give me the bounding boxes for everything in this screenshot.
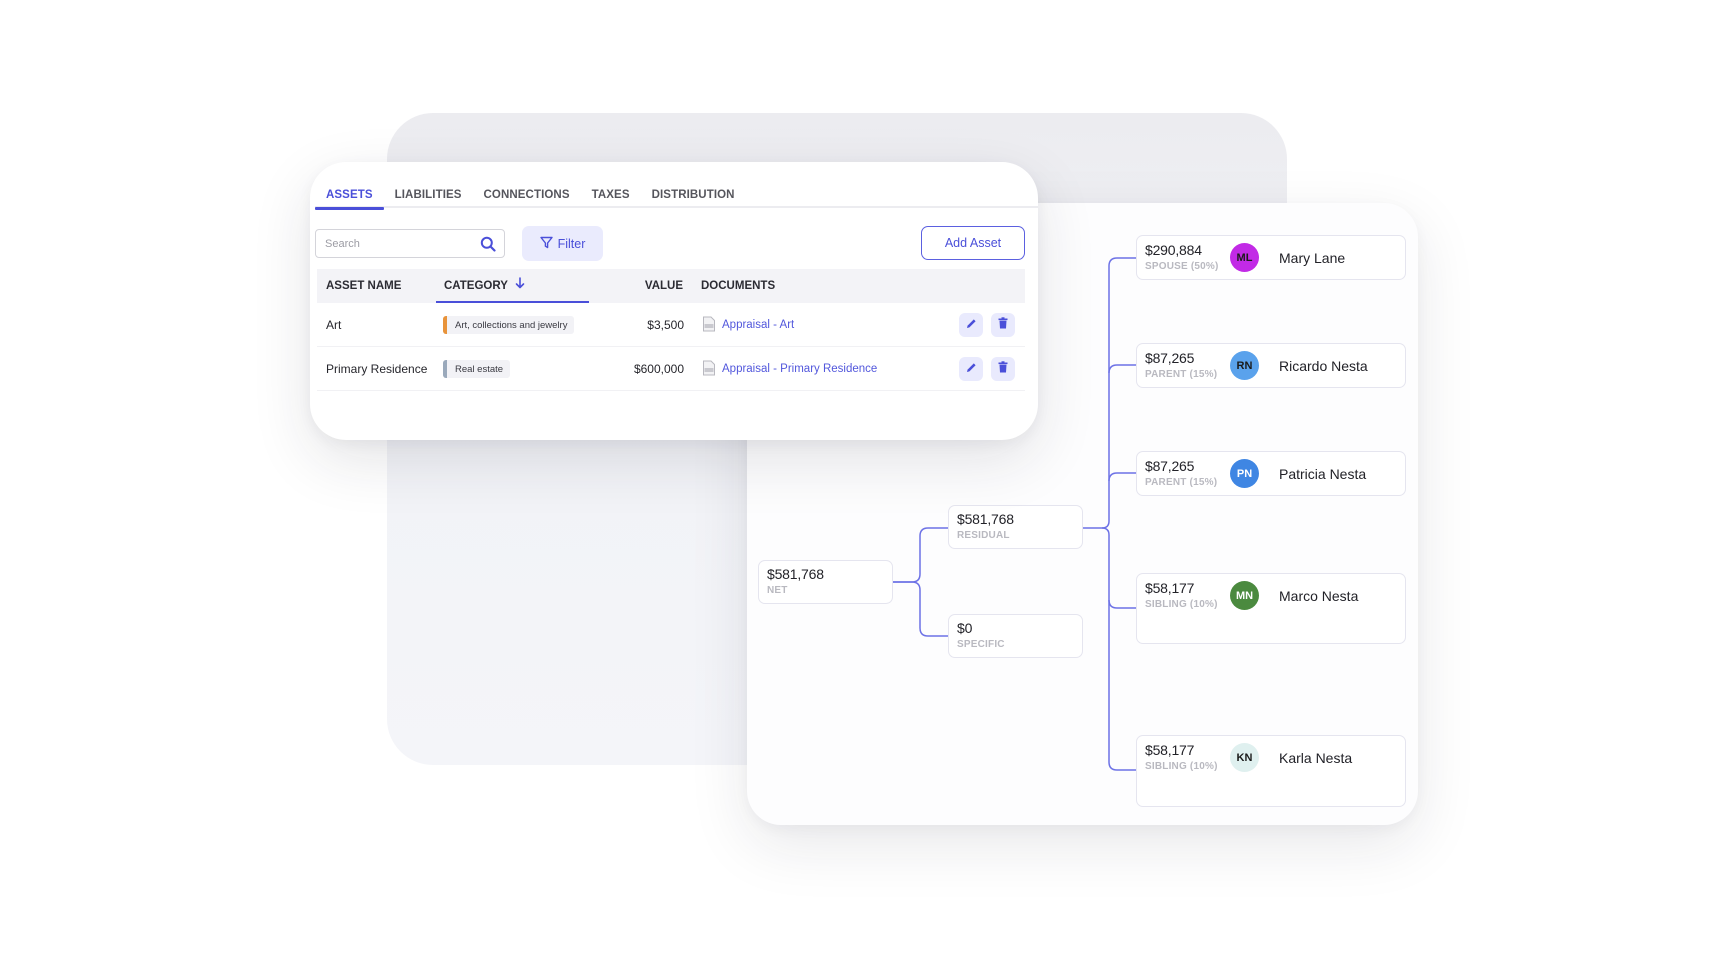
category-label: Real estate <box>455 363 504 375</box>
assets-table: ASSET NAME CATEGORY VALUE DOCUMENTS Art … <box>317 269 1025 391</box>
heir-name: Marco Nesta <box>1279 588 1359 604</box>
heir-amount: $58,177 <box>1145 580 1195 596</box>
asset-name: Primary Residence <box>326 362 428 376</box>
heir-name: Patricia Nesta <box>1279 466 1367 482</box>
column-documents[interactable]: DOCUMENTS <box>701 269 775 303</box>
document-name: Appraisal - Primary Residence <box>722 363 878 375</box>
pencil-icon <box>966 360 977 378</box>
category-label: Art, collections and jewelry <box>455 319 568 331</box>
edit-button[interactable] <box>959 313 983 337</box>
column-category[interactable]: CATEGORY <box>436 269 589 303</box>
avatar: ML <box>1230 243 1259 272</box>
table-row[interactable]: Art Art, collections and jewelry $3,500 … <box>317 303 1025 347</box>
category-tag: Real estate <box>443 360 511 378</box>
tab-bar: ASSETS LIABILITIES CONNECTIONS TAXES DIS… <box>315 184 1038 210</box>
search-box <box>315 229 505 258</box>
pdf-file-icon <box>702 360 716 379</box>
tab-assets[interactable]: ASSETS <box>315 184 384 210</box>
heir-amount: $58,177 <box>1145 742 1195 758</box>
column-asset-name[interactable]: ASSET NAME <box>326 269 401 303</box>
heir-name: Mary Lane <box>1279 250 1346 266</box>
filter-button[interactable]: Filter <box>522 226 603 261</box>
tab-taxes[interactable]: TAXES <box>581 184 641 208</box>
residual-node[interactable]: $581,768 RESIDUAL <box>948 505 1083 549</box>
asset-value: $3,500 <box>647 318 684 332</box>
heir-relation: SPOUSE (50%) <box>1145 261 1219 272</box>
heir-relation: PARENT (15%) <box>1145 369 1218 380</box>
heir-card[interactable]: $290,884 SPOUSE (50%) ML Mary Lane <box>1136 235 1406 280</box>
document-name: Appraisal - Art <box>722 319 795 331</box>
avatar: RN <box>1230 351 1259 380</box>
category-tag: Art, collections and jewelry <box>443 316 575 334</box>
category-color-bar <box>443 360 447 378</box>
heir-amount: $290,884 <box>1145 242 1202 258</box>
heir-amount: $87,265 <box>1145 458 1195 474</box>
tab-distribution[interactable]: DISTRIBUTION <box>641 184 746 208</box>
delete-button[interactable] <box>991 357 1015 381</box>
table-header: ASSET NAME CATEGORY VALUE DOCUMENTS <box>317 269 1025 303</box>
trash-icon <box>998 360 1008 378</box>
heir-relation: SIBLING (10%) <box>1145 761 1218 772</box>
heir-name: Karla Nesta <box>1279 750 1353 766</box>
heir-relation: SIBLING (10%) <box>1145 599 1218 610</box>
tab-connections[interactable]: CONNECTIONS <box>473 184 581 208</box>
heir-amount: $87,265 <box>1145 350 1195 366</box>
tab-liabilities[interactable]: LIABILITIES <box>384 184 473 208</box>
avatar: MN <box>1230 581 1259 610</box>
net-amount: $581,768 <box>767 566 824 582</box>
trash-icon <box>998 316 1008 334</box>
net-label: NET <box>767 585 788 596</box>
heir-relation: PARENT (15%) <box>1145 477 1218 488</box>
document-link[interactable]: Appraisal - Primary Residence <box>702 347 877 391</box>
category-color-bar <box>443 316 447 334</box>
column-category-label: CATEGORY <box>444 280 508 293</box>
category-cell: Art, collections and jewelry <box>443 303 575 347</box>
net-node[interactable]: $581,768 NET <box>758 560 893 604</box>
residual-label: RESIDUAL <box>957 530 1010 541</box>
delete-button[interactable] <box>991 313 1015 337</box>
pdf-file-icon <box>702 316 716 335</box>
heir-name: Ricardo Nesta <box>1279 358 1368 374</box>
document-link[interactable]: Appraisal - Art <box>702 303 794 347</box>
avatar: KN <box>1230 743 1259 772</box>
asset-name: Art <box>326 318 342 332</box>
heir-card[interactable]: $58,177 SIBLING (10%) MN Marco Nesta <box>1136 573 1406 644</box>
specific-label: SPECIFIC <box>957 639 1005 650</box>
pencil-icon <box>966 316 977 334</box>
table-row[interactable]: Primary Residence Real estate $600,000 A… <box>317 347 1025 391</box>
filter-icon <box>539 236 553 252</box>
assets-card: ASSETS LIABILITIES CONNECTIONS TAXES DIS… <box>310 162 1038 440</box>
filter-label: Filter <box>557 236 586 251</box>
heir-card[interactable]: $58,177 SIBLING (10%) KN Karla Nesta <box>1136 735 1406 807</box>
add-asset-button[interactable]: Add Asset <box>921 226 1025 260</box>
asset-value: $600,000 <box>633 362 684 376</box>
specific-amount: $0 <box>957 620 973 636</box>
heir-card[interactable]: $87,265 PARENT (15%) PN Patricia Nesta <box>1136 451 1406 496</box>
stage: $581,768 NET $581,768 RESIDUAL $0 SPECIF… <box>0 0 1728 969</box>
residual-amount: $581,768 <box>957 511 1014 527</box>
search-icon[interactable] <box>480 236 496 252</box>
heir-card[interactable]: $87,265 PARENT (15%) RN Ricardo Nesta <box>1136 343 1406 388</box>
edit-button[interactable] <box>959 357 983 381</box>
avatar: PN <box>1230 459 1259 488</box>
search-input[interactable] <box>316 237 466 250</box>
sort-arrow-down-icon <box>515 269 525 303</box>
category-cell: Real estate <box>443 347 511 391</box>
specific-node[interactable]: $0 SPECIFIC <box>948 614 1083 658</box>
column-value[interactable]: VALUE <box>644 269 683 303</box>
